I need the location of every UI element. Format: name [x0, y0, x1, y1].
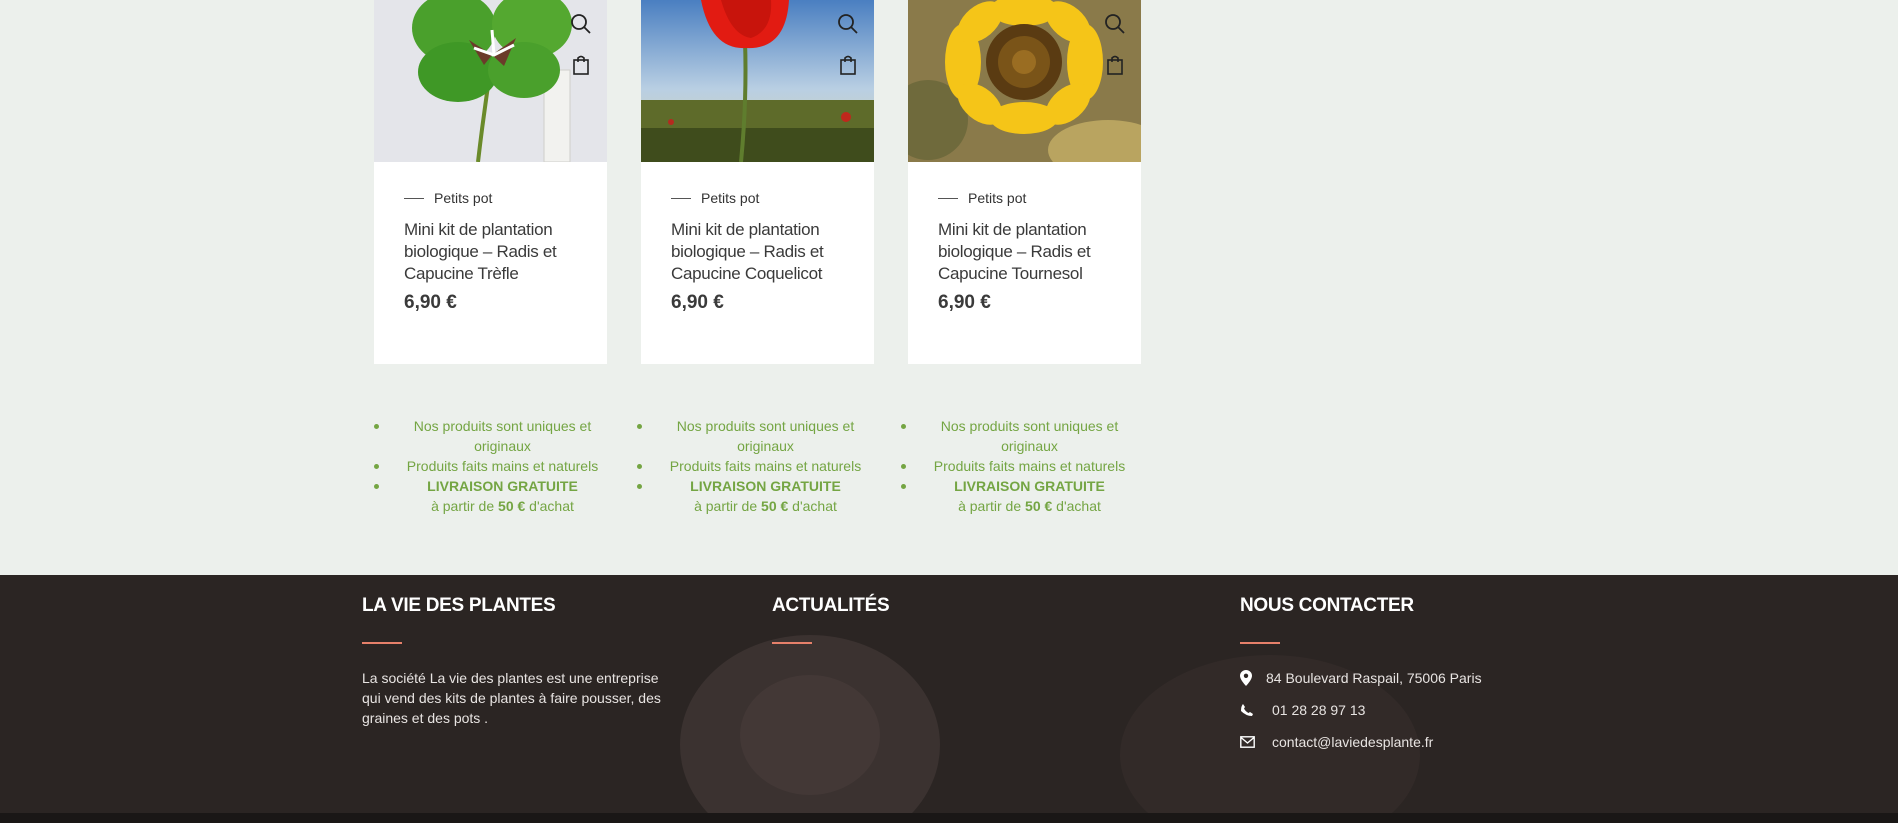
product-card[interactable]: Petits pot Mini kit de plantation biolog…: [908, 0, 1141, 364]
shopping-bag-icon: [1107, 55, 1123, 75]
footer-news: ACTUALITÉS: [772, 595, 890, 644]
add-to-cart-button[interactable]: [569, 53, 593, 77]
shopping-bag-icon: [573, 55, 589, 75]
product-title[interactable]: Mini kit de plantation biologique – Radi…: [938, 219, 1118, 285]
search-icon: [571, 14, 591, 34]
product-card[interactable]: Petits pot Mini kit de plantation biolog…: [641, 0, 874, 364]
features-list: Nos produits sont uniques et originaux P…: [900, 416, 1133, 516]
search-icon: [1105, 14, 1125, 34]
footer-about-text: La société La vie des plantes est une en…: [362, 670, 661, 726]
threshold-suffix: d'achat: [529, 498, 574, 514]
category-label[interactable]: Petits pot: [701, 190, 759, 206]
add-to-cart-button[interactable]: [1103, 53, 1127, 77]
feature-unique: Nos produits sont uniques et originaux: [900, 416, 1133, 456]
product-title[interactable]: Mini kit de plantation biologique – Radi…: [671, 219, 851, 285]
product-price: 6,90 €: [404, 292, 457, 313]
category-label[interactable]: Petits pot: [434, 190, 492, 206]
feature-free-shipping: LIVRAISON GRATUITE à partir de 50 € d'ach…: [900, 476, 1133, 516]
feature-handmade: Produits faits mains et naturels: [900, 456, 1133, 476]
product-category[interactable]: Petits pot: [404, 190, 492, 206]
footer-contact: NOUS CONTACTER 84 Boulevard Raspail, 750…: [1240, 595, 1482, 752]
map-pin-icon: [1240, 670, 1252, 686]
footer-background-decor: [740, 675, 880, 795]
product-category[interactable]: Petits pot: [938, 190, 1026, 206]
threshold-suffix: d'achat: [1056, 498, 1101, 514]
threshold-suffix: d'achat: [792, 498, 837, 514]
shopping-bag-icon: [840, 55, 856, 75]
product-price: 6,90 €: [671, 292, 724, 313]
contact-address-text: 84 Boulevard Raspail, 75006 Paris: [1266, 670, 1482, 686]
contact-email[interactable]: contact@laviedesplante.fr: [1240, 732, 1482, 752]
product-price: 6,90 €: [938, 292, 991, 313]
threshold-prefix: à partir de: [431, 498, 495, 514]
product-category[interactable]: Petits pot: [671, 190, 759, 206]
footer-contact-title: NOUS CONTACTER: [1240, 595, 1414, 616]
footer-news-title: ACTUALITÉS: [772, 595, 890, 616]
search-icon: [838, 14, 858, 34]
category-dash: [938, 197, 958, 199]
site-footer: LA VIE DES PLANTES La société La vie des…: [0, 575, 1898, 823]
footer-divider: [1240, 642, 1280, 644]
free-shipping-label: LIVRAISON GRATUITE: [954, 478, 1105, 494]
quick-view-button[interactable]: [836, 12, 860, 36]
contact-email-text[interactable]: contact@laviedesplante.fr: [1272, 734, 1433, 750]
footer-divider: [362, 642, 402, 644]
feature-handmade: Produits faits mains et naturels: [373, 456, 606, 476]
features-list: Nos produits sont uniques et originaux P…: [636, 416, 869, 516]
product-card[interactable]: Petits pot Mini kit de plantation biolog…: [374, 0, 607, 364]
feature-unique: Nos produits sont uniques et originaux: [373, 416, 606, 456]
threshold-amount: 50 €: [498, 498, 526, 514]
contact-address: 84 Boulevard Raspail, 75006 Paris: [1240, 668, 1482, 688]
feature-unique: Nos produits sont uniques et originaux: [636, 416, 869, 456]
footer-divider: [772, 642, 812, 644]
quick-view-button[interactable]: [1103, 12, 1127, 36]
features-list: Nos produits sont uniques et originaux P…: [373, 416, 606, 516]
quick-view-button[interactable]: [569, 12, 593, 36]
footer-about-title: LA VIE DES PLANTES: [362, 595, 556, 616]
product-title[interactable]: Mini kit de plantation biologique – Radi…: [404, 219, 584, 285]
category-dash: [671, 197, 691, 199]
phone-icon: [1241, 704, 1253, 716]
footer-bottom-bar: [0, 813, 1898, 823]
free-shipping-label: LIVRAISON GRATUITE: [690, 478, 841, 494]
footer-about: LA VIE DES PLANTES La société La vie des…: [362, 595, 662, 728]
feature-free-shipping: LIVRAISON GRATUITE à partir de 50 € d'ach…: [636, 476, 869, 516]
add-to-cart-button[interactable]: [836, 53, 860, 77]
feature-free-shipping: LIVRAISON GRATUITE à partir de 50 € d'ach…: [373, 476, 606, 516]
free-shipping-label: LIVRAISON GRATUITE: [427, 478, 578, 494]
contact-phone[interactable]: 01 28 28 97 13: [1240, 700, 1482, 720]
envelope-icon: [1240, 736, 1255, 748]
category-dash: [404, 197, 424, 199]
threshold-prefix: à partir de: [694, 498, 758, 514]
feature-handmade: Produits faits mains et naturels: [636, 456, 869, 476]
threshold-prefix: à partir de: [958, 498, 1022, 514]
threshold-amount: 50 €: [761, 498, 789, 514]
category-label[interactable]: Petits pot: [968, 190, 1026, 206]
contact-phone-text[interactable]: 01 28 28 97 13: [1272, 702, 1365, 718]
threshold-amount: 50 €: [1025, 498, 1053, 514]
